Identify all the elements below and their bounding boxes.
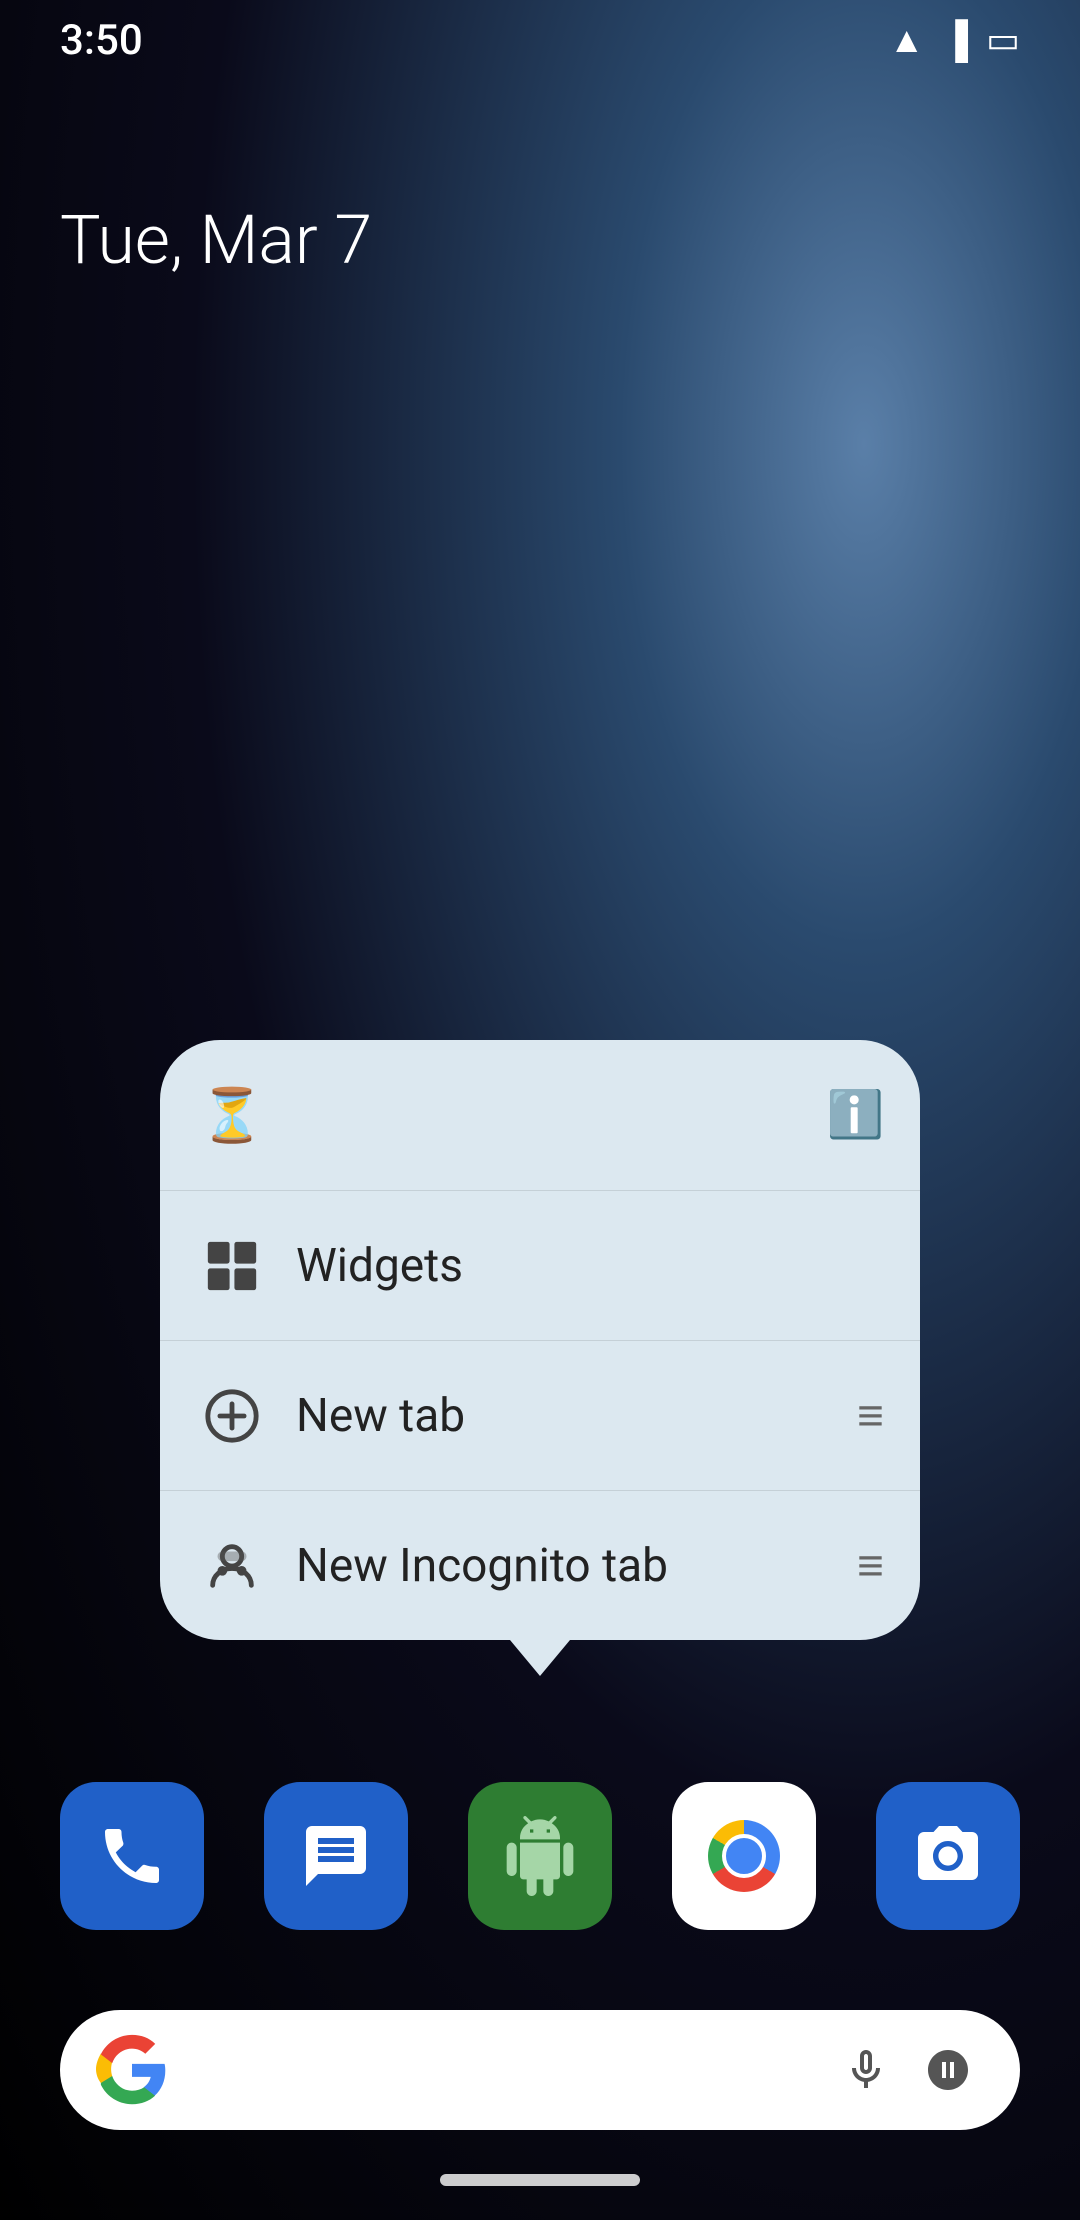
google-logo xyxy=(96,2034,168,2106)
hourglass-icon: ⏳ xyxy=(196,1079,268,1151)
widgets-icon xyxy=(196,1230,268,1302)
lens-search-icon[interactable] xyxy=(912,2034,984,2106)
camera-app-icon[interactable] xyxy=(876,1782,1020,1930)
new-incognito-menu-item[interactable]: New Incognito tab ≡ xyxy=(160,1490,920,1640)
nav-bar xyxy=(0,2140,1080,2220)
widgets-menu-item[interactable]: Widgets xyxy=(160,1190,920,1340)
info-icon[interactable]: ℹ️ xyxy=(827,1088,884,1142)
new-tab-icon xyxy=(196,1380,268,1452)
widgets-label: Widgets xyxy=(296,1239,884,1293)
status-bar: 3:50 ▲ ▐ ▭ xyxy=(0,0,1080,80)
hourglass-menu-item[interactable]: ⏳ ℹ️ xyxy=(160,1040,920,1190)
android-app-icon[interactable] xyxy=(468,1782,612,1930)
context-menu: ⏳ ℹ️ Widgets New tab ≡ xyxy=(160,1040,920,1640)
status-icons: ▲ ▐ ▭ xyxy=(889,19,1020,61)
battery-icon: ▭ xyxy=(986,19,1020,61)
voice-search-icon[interactable] xyxy=(830,2034,902,2106)
search-bar[interactable] xyxy=(60,2010,1020,2130)
phone-app-icon[interactable] xyxy=(60,1782,204,1930)
date-label: Tue, Mar 7 xyxy=(60,200,372,280)
drag-handle-incognito[interactable]: ≡ xyxy=(857,1538,884,1593)
signal-icon: ▐ xyxy=(942,19,968,61)
incognito-icon xyxy=(196,1530,268,1602)
drag-handle-new-tab[interactable]: ≡ xyxy=(857,1388,884,1443)
new-incognito-label: New Incognito tab xyxy=(296,1539,857,1593)
home-indicator[interactable] xyxy=(440,2174,640,2186)
new-tab-menu-item[interactable]: New tab ≡ xyxy=(160,1340,920,1490)
chrome-app-icon[interactable] xyxy=(672,1782,816,1930)
status-time: 3:50 xyxy=(60,16,143,65)
speech-tail xyxy=(510,1640,570,1676)
chrome-ring xyxy=(708,1820,780,1892)
new-tab-label: New tab xyxy=(296,1389,857,1443)
wifi-icon: ▲ xyxy=(889,19,925,61)
dock xyxy=(0,1782,1080,1930)
messages-app-icon[interactable] xyxy=(264,1782,408,1930)
